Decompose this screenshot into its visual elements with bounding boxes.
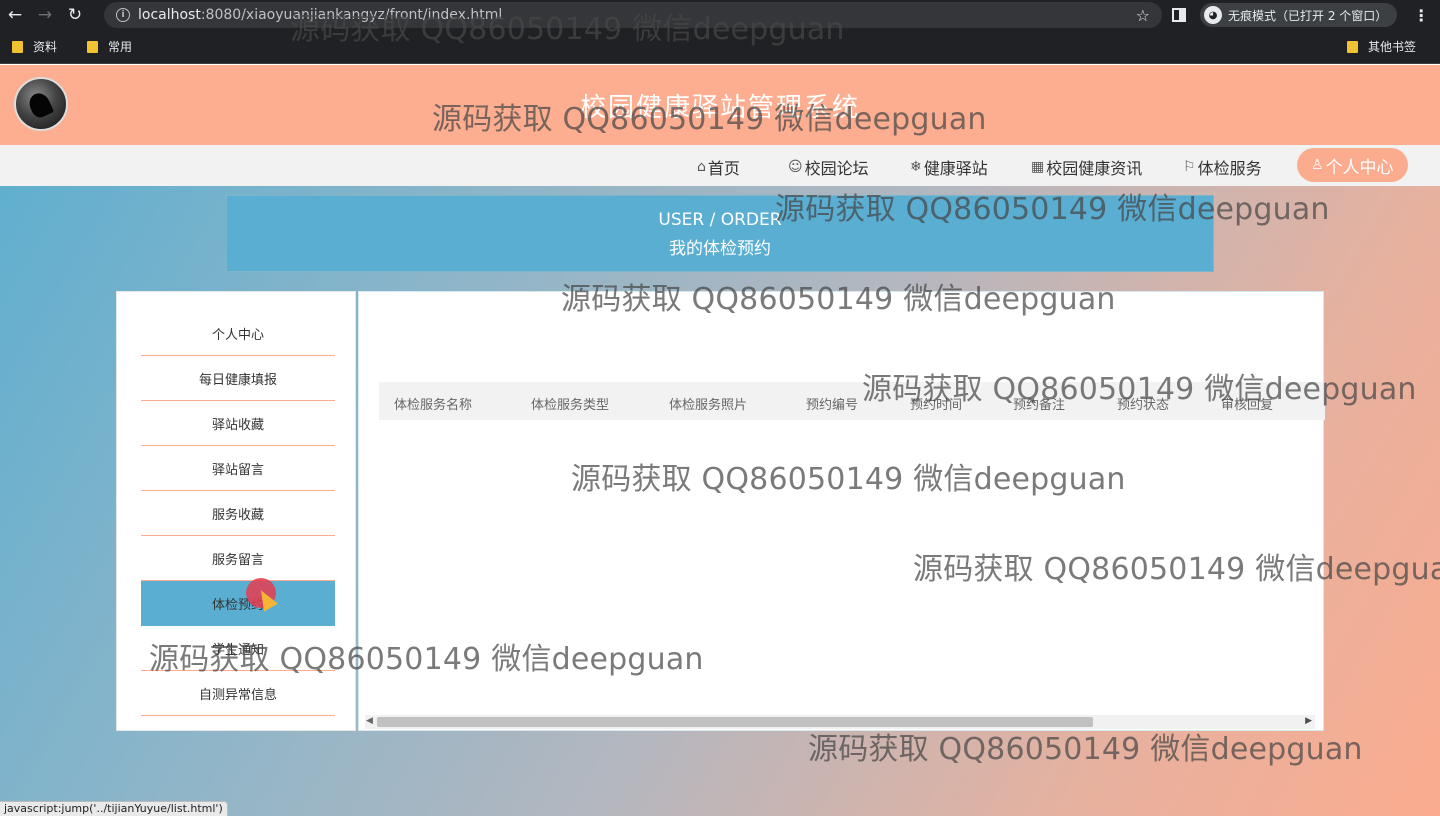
smile-icon: ☺ [788, 159, 803, 175]
grid-icon: ▦ [1031, 159, 1045, 175]
folder-icon [1346, 40, 1358, 53]
site-header: 校园健康驿站管理系统 [0, 65, 1440, 145]
user-sidebar: 个人中心 每日健康填报 驿站收藏 驿站留言 服务收藏 服务留言 体检预约 学生通… [116, 291, 356, 731]
sidebar-item-station-favorites[interactable]: 驿站收藏 [141, 401, 335, 446]
bookmark-label: 其他书签 [1367, 40, 1416, 54]
column-header[interactable]: 体检服务照片 [669, 394, 747, 413]
nav-checkup-service[interactable]: ⚐ 体检服务 [1183, 155, 1262, 179]
nav-home[interactable]: ⌂ 首页 [697, 155, 740, 179]
flag-icon: ⚐ [1183, 159, 1196, 175]
snowflake-icon: ❄ [910, 159, 922, 175]
url-host: localhost [138, 7, 201, 23]
scroll-right-icon[interactable]: ▶ [1305, 716, 1312, 726]
scrollbar-thumb[interactable] [377, 717, 1093, 727]
nav-label: 校园论坛 [804, 159, 869, 178]
home-icon: ⌂ [697, 159, 706, 175]
page-body: 校园健康驿站管理系统 ⌂ 首页 ☺ 校园论坛 ❄ 健康驿站 ▦ 校园健康资讯 ⚐… [0, 65, 1440, 816]
nav-user-center[interactable]: ♙ 个人中心 [1297, 148, 1408, 182]
sidebar-item-service-messages[interactable]: 服务留言 [141, 536, 335, 581]
other-bookmarks[interactable]: 其他书签 [1346, 38, 1416, 55]
incognito-indicator[interactable]: ◕ 无痕模式（已打开 2 个窗口） [1200, 3, 1398, 27]
site-title: 校园健康驿站管理系统 [579, 93, 860, 123]
folder-icon [12, 40, 23, 53]
side-panel-icon[interactable] [1172, 8, 1186, 22]
sidebar-item-daily-report[interactable]: 每日健康填报 [141, 356, 335, 401]
sidebar-item-station-messages[interactable]: 驿站留言 [141, 446, 335, 491]
browser-toolbar: ← → ↻ i localhost :8080/xiaoyuanjiankang… [0, 0, 1440, 30]
forward-arrow-icon[interactable]: → [30, 0, 60, 30]
bookmark-folder[interactable]: 资料 [12, 38, 57, 55]
sidebar-item-abnormal-info[interactable]: 自测异常信息 [141, 671, 335, 716]
main-nav: ⌂ 首页 ☺ 校园论坛 ❄ 健康驿站 ▦ 校园健康资讯 ⚐ 体检服务 ♙ 个人中… [0, 145, 1440, 186]
incognito-icon: ◕ [1204, 6, 1222, 24]
scroll-left-icon[interactable]: ◀ [366, 716, 373, 726]
address-bar[interactable]: i localhost :8080/xiaoyuanjiankangyz/fro… [104, 2, 1162, 28]
incognito-label: 无痕模式（已打开 2 个窗口） [1228, 8, 1388, 23]
nav-health-station[interactable]: ❄ 健康驿站 [910, 155, 988, 179]
bookmark-label: 常用 [108, 40, 133, 54]
bookmarks-bar: 资料 常用 其他书签 [0, 30, 1440, 64]
column-header[interactable]: 预约编号 [806, 394, 858, 413]
reload-icon[interactable]: ↻ [60, 0, 90, 30]
back-arrow-icon[interactable]: ← [0, 0, 30, 30]
nav-label: 健康驿站 [923, 159, 988, 178]
browser-menu-icon[interactable]: ⋮ [1413, 6, 1429, 25]
url-path: :8080/xiaoyuanjiankangyz/front/index.htm… [200, 7, 503, 23]
column-header[interactable]: 预约状态 [1117, 394, 1169, 413]
booking-table-panel: 体检服务名称 体检服务类型 体检服务照片 预约编号 预约时间 预约备注 预约状态… [358, 291, 1325, 731]
sidebar-item-profile[interactable]: 个人中心 [141, 311, 335, 356]
table-header: 体检服务名称 体检服务类型 体检服务照片 预约编号 预约时间 预约备注 预约状态… [379, 382, 1325, 420]
column-header[interactable]: 体检服务类型 [531, 394, 609, 413]
bookmark-label: 资料 [33, 40, 58, 54]
nav-label: 体检服务 [1197, 159, 1262, 178]
nav-label: 校园健康资讯 [1046, 159, 1143, 178]
column-header[interactable]: 审核回复 [1221, 394, 1273, 413]
nav-label: 首页 [707, 159, 740, 178]
bookmark-star-icon[interactable]: ☆ [1136, 6, 1150, 25]
banner-subtitle: USER / ORDER [658, 210, 782, 230]
column-header[interactable]: 体检服务名称 [394, 394, 472, 413]
sidebar-item-service-favorites[interactable]: 服务收藏 [141, 491, 335, 536]
user-icon: ♙ [1311, 157, 1324, 173]
horizontal-scrollbar[interactable]: ◀ ▶ [365, 715, 1315, 729]
link-status-bar: javascript:jump('../tijianYuyue/list.htm… [0, 801, 228, 816]
nav-label: 个人中心 [1325, 157, 1394, 178]
column-header[interactable]: 预约备注 [1013, 394, 1065, 413]
site-info-icon[interactable]: i [116, 8, 130, 22]
page-title: 我的体检预约 [669, 239, 771, 259]
sidebar-item-checkup-booking[interactable]: 体检预约 [141, 581, 335, 626]
bookmark-folder[interactable]: 常用 [87, 38, 132, 55]
column-header[interactable]: 预约时间 [910, 394, 962, 413]
nav-forum[interactable]: ☺ 校园论坛 [788, 155, 869, 179]
sidebar-item-student-notices[interactable]: 学生通知 [141, 626, 335, 671]
nav-health-news[interactable]: ▦ 校园健康资讯 [1031, 155, 1142, 179]
folder-icon [87, 40, 99, 53]
page-banner: USER / ORDER 我的体检预约 [226, 195, 1214, 272]
